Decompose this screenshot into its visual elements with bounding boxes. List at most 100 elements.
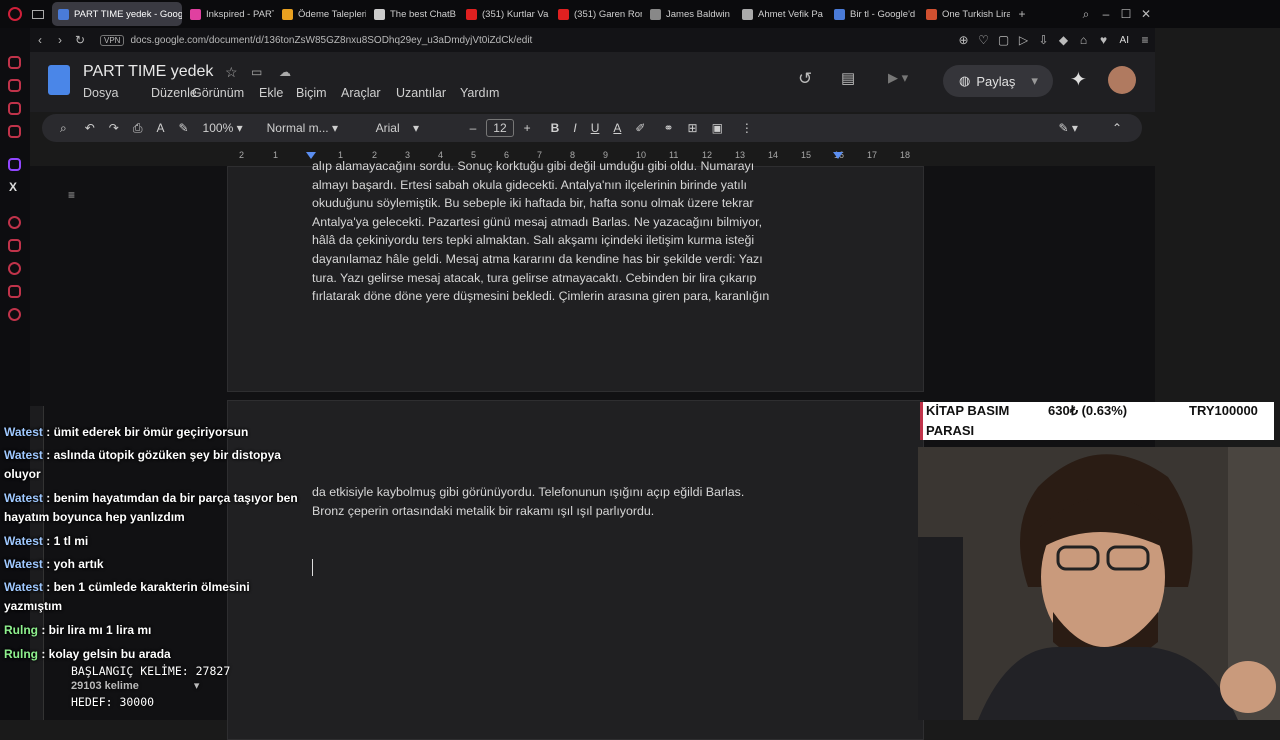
page-2[interactable]: da etkisiyle kaybolmuş gibi görünüyordu.… xyxy=(227,400,924,740)
decrease-font-icon[interactable]: – xyxy=(470,121,477,135)
italic-icon[interactable]: I xyxy=(573,121,576,135)
messenger-icon[interactable] xyxy=(8,56,21,69)
menu-icon[interactable]: ≡ xyxy=(1135,33,1155,47)
download-icon[interactable]: ⇩ xyxy=(1034,33,1054,47)
star-icon[interactable]: ☆ xyxy=(225,64,238,81)
zoom-select[interactable]: 100% ▾ xyxy=(203,121,243,135)
bold-icon[interactable]: B xyxy=(551,121,560,135)
folder-icon[interactable]: ▭ xyxy=(251,65,262,79)
maximize-icon[interactable]: ☐ xyxy=(1116,7,1136,21)
close-window-icon[interactable]: ✕ xyxy=(1136,7,1156,21)
meet-icon[interactable]: ▶ ▾ xyxy=(888,70,908,86)
text-line[interactable]: almayı başardı. Ertesi sabah okula gidec… xyxy=(312,176,769,195)
forward-icon[interactable]: › xyxy=(50,33,70,47)
chat-username[interactable]: Watest xyxy=(4,534,43,548)
mail-icon[interactable] xyxy=(8,125,21,138)
search-menus-icon[interactable]: ⌕ xyxy=(60,121,67,136)
player-icon[interactable] xyxy=(8,216,21,229)
tab-5[interactable]: (351) Kurtlar Va xyxy=(460,2,550,26)
collapse-icon[interactable]: ⌃ xyxy=(1112,121,1122,135)
underline-icon[interactable]: U xyxy=(591,121,600,135)
zoom-icon[interactable]: ⊕ xyxy=(954,33,974,47)
increase-font-icon[interactable]: + xyxy=(524,121,531,135)
pin-icon[interactable] xyxy=(8,239,21,252)
reload-icon[interactable]: ↻ xyxy=(70,33,90,47)
comments-icon[interactable]: ▤ xyxy=(841,69,855,87)
minimize-icon[interactable]: – xyxy=(1096,7,1116,21)
tab-9[interactable]: Bir tl - Google'd xyxy=(828,2,918,26)
share-button[interactable]: ◍ Paylaş ▾ xyxy=(943,65,1053,97)
vpn-badge[interactable]: VPN xyxy=(100,34,125,46)
notification-icon[interactable] xyxy=(8,79,21,92)
text-line[interactable]: tura. Yazı gelirse mesaj atacak, tura ge… xyxy=(312,269,769,288)
text-color-icon[interactable]: A xyxy=(613,121,621,135)
docs-logo-icon[interactable] xyxy=(48,65,70,95)
menu-8[interactable]: Yardım xyxy=(460,86,499,100)
x-icon[interactable]: X xyxy=(9,180,17,194)
tab-10[interactable]: One Turkish Lira xyxy=(920,2,1010,26)
style-select[interactable]: Normal m... ▾ xyxy=(267,121,362,135)
gemini-icon[interactable]: ✦ xyxy=(1070,67,1087,92)
image-icon[interactable]: ▣ xyxy=(712,121,723,135)
menu-5[interactable]: Biçim xyxy=(296,86,327,100)
heart-icon[interactable]: ♥ xyxy=(1094,33,1114,47)
extensions-icon[interactable] xyxy=(8,285,21,298)
right-indent-marker[interactable] xyxy=(833,152,843,159)
text-line[interactable]: fırlatarak döne döne yere düşmesini bekl… xyxy=(312,287,769,306)
extension-icon[interactable]: ◆ xyxy=(1054,33,1074,47)
print-icon[interactable]: ⎙ xyxy=(133,121,143,136)
tab-7[interactable]: James Baldwin xyxy=(644,2,734,26)
settings-icon[interactable] xyxy=(8,308,21,321)
opera-logo-icon[interactable] xyxy=(8,7,22,21)
tab-3[interactable]: Ödeme Talepleri xyxy=(276,2,366,26)
tab-6[interactable]: (351) Garen Ron xyxy=(552,2,642,26)
chat-username[interactable]: Watest xyxy=(4,557,43,571)
chat-username[interactable]: Rulng xyxy=(4,647,38,661)
chat-username[interactable]: Rulng xyxy=(4,623,38,637)
menu-2[interactable]: Düzenle xyxy=(151,86,197,100)
menu-4[interactable]: Ekle xyxy=(259,86,283,100)
chat-username[interactable]: Watest xyxy=(4,491,43,505)
paint-format-icon[interactable]: ✎ xyxy=(178,121,188,135)
highlight-icon[interactable]: ✐ xyxy=(635,121,645,135)
chat-username[interactable]: Watest xyxy=(4,448,43,462)
tab-8[interactable]: Ahmet Vefik Pa xyxy=(736,2,826,26)
tab-4[interactable]: The best ChatB xyxy=(368,2,458,26)
font-size-field[interactable]: 12 xyxy=(486,119,514,137)
menu-3[interactable]: Görünüm xyxy=(192,86,244,100)
ai-button[interactable]: AI xyxy=(1120,35,1129,46)
url-field[interactable]: docs.google.com/document/d/136tonZsW85GZ… xyxy=(130,35,532,46)
outline-icon[interactable]: ≡ xyxy=(68,188,75,202)
document-title[interactable]: PART TIME yedek xyxy=(83,63,213,81)
avatar[interactable] xyxy=(1108,66,1136,94)
editing-mode-icon[interactable]: ✎ ▾ xyxy=(1059,121,1078,135)
cloud-icon[interactable]: ☁ xyxy=(279,65,291,79)
word-count[interactable]: 29103 kelime ▾ xyxy=(71,679,199,692)
chat-username[interactable]: Watest xyxy=(4,425,43,439)
share-dropdown-icon[interactable]: ▾ xyxy=(1031,73,1038,89)
text-line[interactable]: Antalya'ya gelecekti. Pazartesi günü mes… xyxy=(312,213,769,232)
text-line[interactable]: hâlâ da çekiniyordu ters tepki almaktan.… xyxy=(312,231,769,250)
history-icon[interactable] xyxy=(8,262,21,275)
version-history-icon[interactable]: ↺ xyxy=(798,69,812,89)
tab-2[interactable]: Inkspired - PART xyxy=(184,2,274,26)
comment-icon[interactable]: ⊞ xyxy=(688,121,698,135)
menu-1[interactable]: Dosya xyxy=(83,86,118,100)
wallet-icon[interactable]: ⌂ xyxy=(1074,33,1094,47)
page-2-text[interactable]: da etkisiyle kaybolmuş gibi görünüyordu.… xyxy=(312,483,744,520)
undo-icon[interactable]: ↶ xyxy=(85,121,95,135)
font-select[interactable]: Arial ▾ xyxy=(376,121,456,135)
bookmark-icon[interactable]: ♡ xyxy=(974,33,994,47)
tab-1[interactable]: PART TIME yedek - Google xyxy=(52,2,182,26)
page-1-text[interactable]: alıp alamayacağını sordu. Sonuç korktuğu… xyxy=(312,157,769,306)
new-tab-icon[interactable]: + xyxy=(1012,7,1032,21)
link-icon[interactable]: ⚭ xyxy=(663,121,673,135)
snapshot-icon[interactable]: ▢ xyxy=(994,33,1014,47)
workspaces-icon[interactable] xyxy=(32,9,44,19)
menu-7[interactable]: Uzantılar xyxy=(396,86,446,100)
search-tabs-icon[interactable]: ⌕ xyxy=(1076,7,1096,22)
text-line[interactable]: okuduğunu söylemiştik. Bu sebeple iki ha… xyxy=(312,194,769,213)
text-line[interactable]: alıp alamayacağını sordu. Sonuç korktuğu… xyxy=(312,157,769,176)
text-line[interactable]: Bronz çeperin ortasındaki metalik bir ra… xyxy=(312,502,744,521)
back-icon[interactable]: ‹ xyxy=(30,33,50,47)
